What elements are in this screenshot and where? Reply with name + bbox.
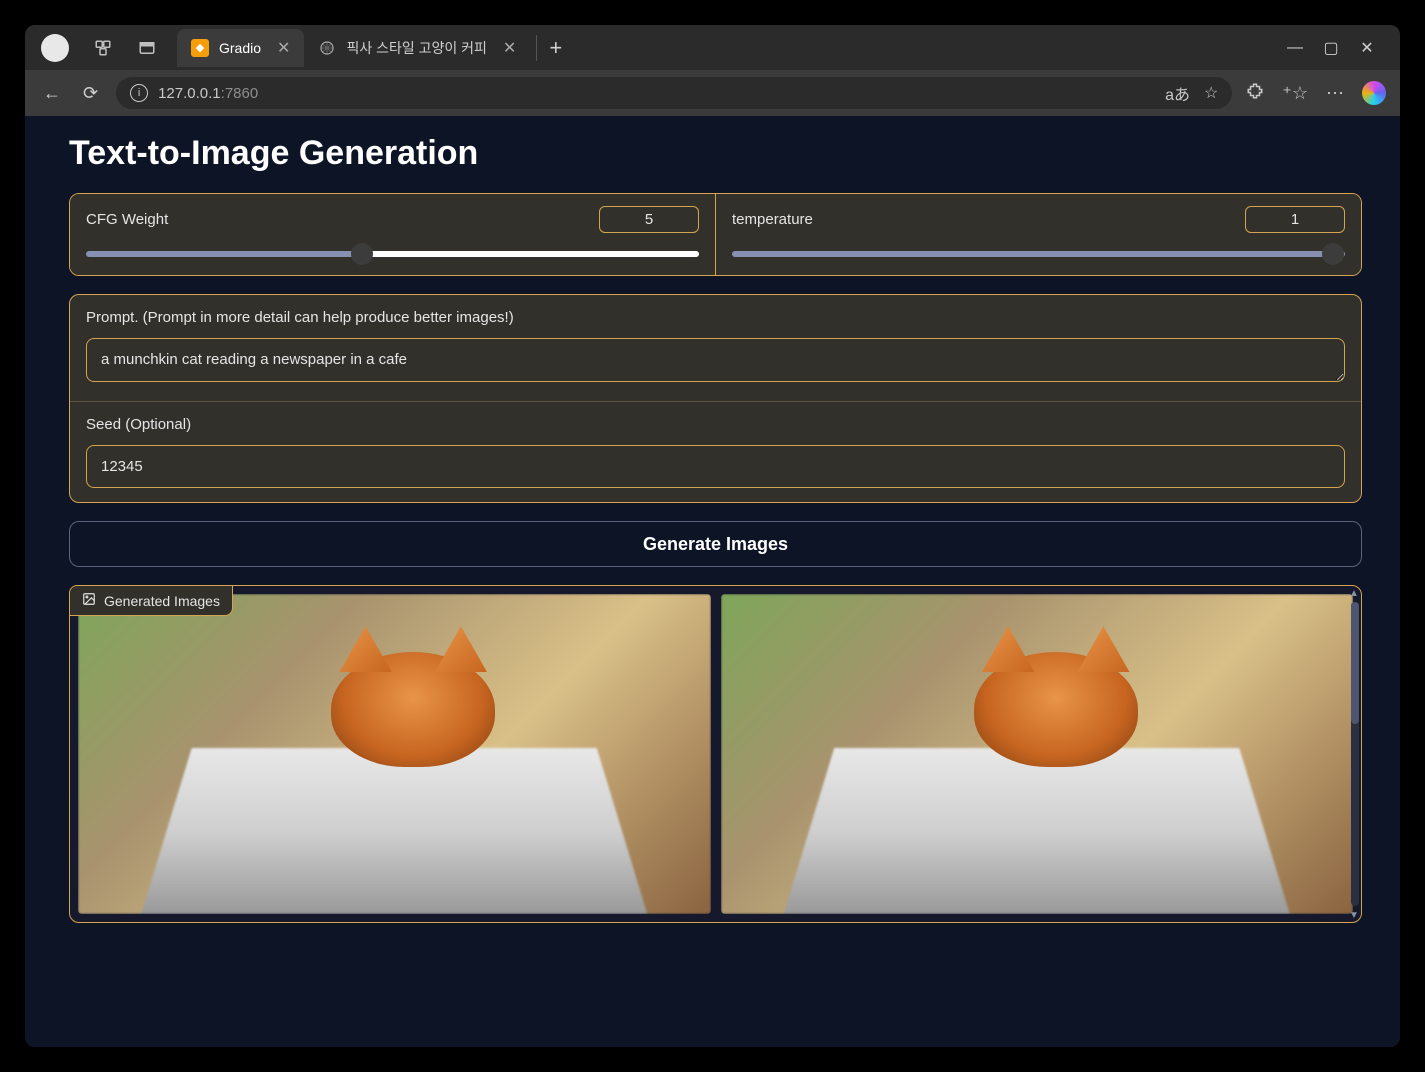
back-button[interactable]: ← [39, 79, 65, 108]
prompt-label: Prompt. (Prompt in more detail can help … [86, 309, 1345, 326]
close-tab-icon[interactable]: ✕ [503, 38, 516, 58]
copilot-icon[interactable] [1362, 81, 1386, 105]
temperature-label: temperature [732, 211, 813, 228]
browser-window: ◆ Gradio ✕ 픽사 스타일 고양이 커피 ✕ + — ▢ ✕ ← ⟳ i [25, 25, 1400, 1047]
cfg-label: CFG Weight [86, 211, 168, 228]
tab-title: 픽사 스타일 고양이 커피 [346, 38, 486, 58]
gradio-favicon-icon: ◆ [191, 39, 209, 57]
cfg-slider[interactable] [86, 251, 699, 257]
gallery-scrollbar-thumb[interactable] [1351, 602, 1359, 724]
tab-gradio[interactable]: ◆ Gradio ✕ [177, 29, 304, 67]
minimize-button[interactable]: — [1286, 39, 1304, 57]
seed-label: Seed (Optional) [86, 416, 1345, 433]
gallery: Generated Images ▲ ▼ [69, 585, 1362, 923]
generate-button[interactable]: Generate Images [69, 521, 1362, 567]
toolbar-icons: ⁺☆ ⋯ [1246, 81, 1386, 105]
tab-chatgpt[interactable]: 픽사 스타일 고양이 커피 ✕ [304, 29, 530, 67]
window-controls: — ▢ ✕ [1286, 39, 1392, 57]
new-tab-button[interactable]: + [536, 35, 574, 61]
chatgpt-favicon-icon [318, 39, 336, 57]
text-inputs-section: Prompt. (Prompt in more detail can help … [69, 294, 1362, 503]
slider-row: CFG Weight 5 temperature 1 [69, 193, 1362, 276]
refresh-button[interactable]: ⟳ [79, 79, 102, 108]
tab-title: Gradio [219, 40, 261, 56]
gallery-grid [78, 594, 1353, 914]
gallery-scroll-up-icon[interactable]: ▲ [1349, 588, 1359, 598]
temperature-slider[interactable] [732, 251, 1345, 257]
temperature-block: temperature 1 [716, 194, 1361, 275]
profile-avatar[interactable] [41, 34, 69, 62]
cfg-value-input[interactable]: 5 [599, 206, 699, 233]
gallery-label-chip: Generated Images [69, 585, 233, 616]
generated-image-1[interactable] [78, 594, 711, 914]
cfg-weight-block: CFG Weight 5 [70, 194, 716, 275]
favorite-icon[interactable]: ☆ [1204, 83, 1218, 103]
address-bar: ← ⟳ i 127.0.0.1:7860 aあ ☆ ⁺☆ ⋯ [25, 70, 1400, 116]
seed-block: Seed (Optional) 12345 [70, 402, 1361, 502]
generated-image-2[interactable] [721, 594, 1354, 914]
titlebar-left [33, 34, 165, 62]
page-title: Text-to-Image Generation [69, 134, 1362, 173]
cfg-slider-thumb[interactable] [351, 243, 373, 265]
url-text: 127.0.0.1:7860 [158, 85, 258, 102]
close-tab-icon[interactable]: ✕ [277, 38, 290, 58]
prompt-block: Prompt. (Prompt in more detail can help … [70, 295, 1361, 402]
workspaces-icon[interactable] [93, 38, 113, 58]
prompt-input[interactable] [86, 338, 1345, 382]
temperature-slider-thumb[interactable] [1322, 243, 1344, 265]
maximize-button[interactable]: ▢ [1322, 39, 1340, 57]
extensions-icon[interactable] [1246, 82, 1264, 105]
gallery-scrollbar[interactable] [1351, 602, 1359, 906]
seed-input[interactable]: 12345 [86, 445, 1345, 488]
menu-icon[interactable]: ⋯ [1326, 83, 1344, 104]
titlebar: ◆ Gradio ✕ 픽사 스타일 고양이 커피 ✕ + — ▢ ✕ [25, 25, 1400, 70]
close-window-button[interactable]: ✕ [1358, 39, 1376, 57]
image-icon [82, 592, 96, 609]
translate-icon[interactable]: aあ [1165, 81, 1190, 105]
tab-actions-icon[interactable] [137, 38, 157, 58]
temperature-value-input[interactable]: 1 [1245, 206, 1345, 233]
url-input[interactable]: i 127.0.0.1:7860 aあ ☆ [116, 77, 1232, 109]
gallery-label-text: Generated Images [104, 593, 220, 609]
page-content: Text-to-Image Generation CFG Weight 5 te… [25, 116, 1400, 1047]
favorites-bar-icon[interactable]: ⁺☆ [1282, 83, 1308, 104]
tab-strip: ◆ Gradio ✕ 픽사 스타일 고양이 커피 ✕ + [177, 25, 574, 70]
gallery-scroll-down-icon[interactable]: ▼ [1349, 910, 1359, 920]
site-info-icon[interactable]: i [130, 84, 148, 102]
